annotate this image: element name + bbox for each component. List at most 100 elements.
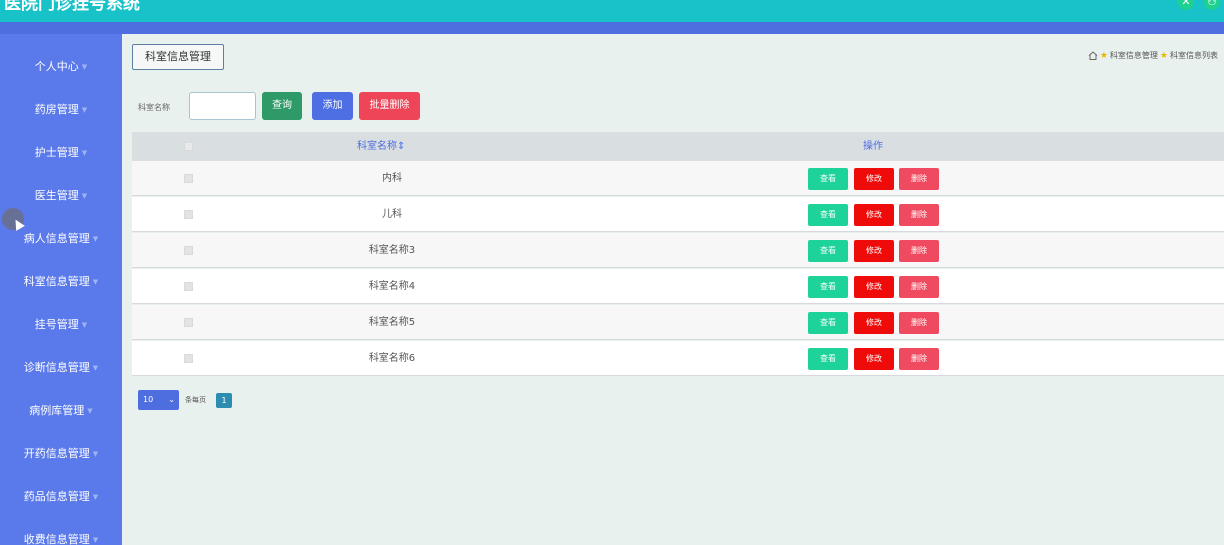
user-icon[interactable]: ⚇: [1204, 0, 1220, 10]
breadcrumb: ★ 科室信息管理 ★ 科室信息列表: [1088, 50, 1218, 61]
view-button[interactable]: 查看: [808, 240, 848, 262]
department-name-cell: 科室名称5: [368, 317, 416, 328]
sidebar: 个人中心 ▼ 药房管理 ▼ 护士管理 ▼ 医生管理 ▼ 病人信息管理 ▼ 科室信息管理 ▼ …: [0, 34, 122, 545]
sidebar-item-label: 开药信息管理: [23, 447, 90, 460]
chevron-down-icon: ▼: [87, 407, 93, 415]
chevron-down-icon: ▼: [81, 149, 88, 157]
department-name-cell: 内科: [382, 173, 402, 184]
select-all-checkbox[interactable]: [184, 142, 193, 151]
add-button[interactable]: 添加: [312, 92, 353, 120]
nav-strip: [0, 22, 1224, 34]
sort-icon: ⇕: [397, 141, 406, 152]
sidebar-item-medicines[interactable]: 药品信息管理 ▼: [0, 487, 122, 507]
chevron-down-icon: ▼: [92, 364, 99, 372]
star-icon: ★: [1159, 50, 1168, 61]
edit-button[interactable]: 修改: [854, 276, 894, 298]
view-button[interactable]: 查看: [808, 312, 848, 334]
table-row: 科室名称3 查看 修改 删除: [132, 233, 1224, 268]
row-checkbox[interactable]: [184, 246, 193, 255]
page-number-button[interactable]: 1: [216, 393, 232, 408]
row-checkbox[interactable]: [184, 174, 193, 183]
chevron-down-icon: ▼: [92, 278, 99, 286]
chevron-down-icon: ▼: [81, 321, 88, 329]
sidebar-item-label: 挂号管理: [34, 318, 79, 331]
sidebar-item-billing[interactable]: 收费信息管理 ▼: [0, 530, 122, 545]
column-header-name-label: 科室名称: [357, 141, 397, 152]
delete-button[interactable]: 删除: [899, 240, 939, 262]
edit-button[interactable]: 修改: [854, 204, 894, 226]
sidebar-item-nurses[interactable]: 护士管理 ▼: [0, 143, 122, 163]
chevron-down-icon: ▼: [81, 106, 88, 114]
department-name-input[interactable]: [189, 92, 256, 120]
column-header-name[interactable]: 科室名称⇕: [357, 132, 405, 161]
delete-button[interactable]: 删除: [899, 204, 939, 226]
chevron-down-icon: ▼: [92, 235, 99, 243]
sidebar-item-label: 病例库管理: [29, 404, 85, 417]
row-checkbox[interactable]: [184, 354, 193, 363]
delete-button[interactable]: 删除: [899, 168, 939, 190]
sidebar-item-label: 收费信息管理: [23, 533, 90, 545]
table-header: 科室名称⇕ 操作: [132, 132, 1224, 161]
delete-button[interactable]: 删除: [899, 276, 939, 298]
view-button[interactable]: 查看: [808, 168, 848, 190]
table-row: 儿科 查看 修改 删除: [132, 197, 1224, 232]
star-icon: ★: [1099, 50, 1108, 61]
batch-delete-button[interactable]: 批量删除: [359, 92, 420, 120]
app-title: 医院门诊挂号系统: [4, 0, 140, 14]
sidebar-item-doctors[interactable]: 医生管理 ▼: [0, 186, 122, 206]
sidebar-item-label: 病人信息管理: [23, 232, 90, 245]
department-name-cell: 科室名称4: [368, 281, 416, 292]
sidebar-item-case-library[interactable]: 病例库管理 ▼: [0, 401, 122, 421]
chevron-down-icon: ▼: [92, 536, 99, 544]
close-icon[interactable]: ✕: [1178, 0, 1194, 10]
page-size-label: 条每页: [185, 396, 206, 404]
department-name-cell: 儿科: [382, 209, 402, 220]
breadcrumb-item[interactable]: 科室信息管理: [1110, 50, 1158, 61]
top-bar: 医院门诊挂号系统 ✕ ⚇: [0, 0, 1224, 22]
query-button[interactable]: 查询: [262, 92, 302, 120]
page-size-select[interactable]: 10 ⌄: [138, 390, 179, 410]
department-name-cell: 科室名称3: [368, 245, 416, 256]
department-name-cell: 科室名称6: [368, 353, 416, 364]
table-row: 内科 查看 修改 删除: [132, 161, 1224, 196]
sidebar-item-label: 个人中心: [34, 60, 79, 73]
page-size-value: 10: [143, 395, 154, 404]
edit-button[interactable]: 修改: [854, 240, 894, 262]
sidebar-item-patients[interactable]: 病人信息管理 ▼: [0, 229, 122, 249]
sidebar-item-prescriptions[interactable]: 开药信息管理 ▼: [0, 444, 122, 464]
sidebar-item-registration[interactable]: 挂号管理 ▼: [0, 315, 122, 335]
row-checkbox[interactable]: [184, 318, 193, 327]
sidebar-item-label: 药品信息管理: [23, 490, 90, 503]
column-header-actions: 操作: [863, 141, 883, 152]
table-row: 科室名称6 查看 修改 删除: [132, 341, 1224, 376]
home-icon[interactable]: [1088, 51, 1098, 60]
edit-button[interactable]: 修改: [854, 348, 894, 370]
row-checkbox[interactable]: [184, 282, 193, 291]
edit-button[interactable]: 修改: [854, 312, 894, 334]
chevron-down-icon: ⌄: [168, 395, 175, 404]
sidebar-item-personal-center[interactable]: 个人中心 ▼: [0, 57, 122, 77]
chevron-down-icon: ▼: [81, 63, 88, 71]
search-label: 科室名称: [138, 103, 170, 112]
delete-button[interactable]: 删除: [899, 348, 939, 370]
chevron-down-icon: ▼: [92, 493, 99, 501]
chevron-down-icon: ▼: [81, 192, 88, 200]
page-title: 科室信息管理: [132, 44, 224, 70]
edit-button[interactable]: 修改: [854, 168, 894, 190]
view-button[interactable]: 查看: [808, 348, 848, 370]
sidebar-item-label: 诊断信息管理: [23, 361, 90, 374]
sidebar-item-label: 科室信息管理: [23, 275, 90, 288]
main-content: 科室信息管理 ★ 科室信息管理 ★ 科室信息列表 科室名称 查询 添加 批量删除…: [122, 34, 1224, 545]
row-checkbox[interactable]: [184, 210, 193, 219]
sidebar-item-departments[interactable]: 科室信息管理 ▼: [0, 272, 122, 292]
table-row: 科室名称5 查看 修改 删除: [132, 305, 1224, 340]
sidebar-item-label: 医生管理: [34, 189, 79, 202]
delete-button[interactable]: 删除: [899, 312, 939, 334]
view-button[interactable]: 查看: [808, 276, 848, 298]
chevron-down-icon: ▼: [92, 450, 99, 458]
sidebar-item-diagnosis[interactable]: 诊断信息管理 ▼: [0, 358, 122, 378]
sidebar-item-pharmacy[interactable]: 药房管理 ▼: [0, 100, 122, 120]
sidebar-item-label: 护士管理: [34, 146, 79, 159]
breadcrumb-item[interactable]: 科室信息列表: [1170, 50, 1218, 61]
view-button[interactable]: 查看: [808, 204, 848, 226]
